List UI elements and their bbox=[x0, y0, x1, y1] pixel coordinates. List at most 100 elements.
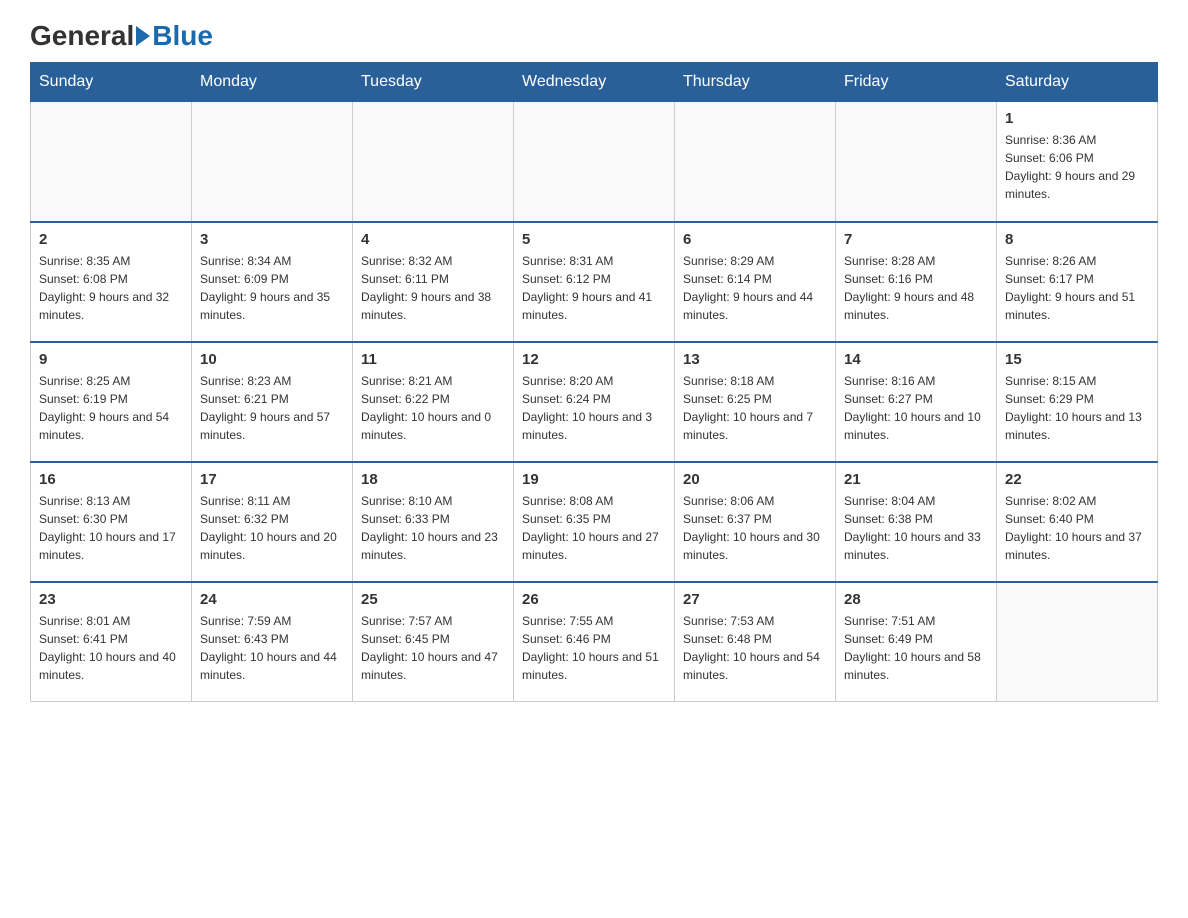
calendar-cell: 11 Sunrise: 8:21 AMSunset: 6:22 PMDayligh… bbox=[353, 342, 514, 462]
day-number: 25 bbox=[361, 591, 505, 608]
day-info: Sunrise: 8:23 AMSunset: 6:21 PMDaylight:… bbox=[200, 372, 344, 444]
day-number: 3 bbox=[200, 231, 344, 248]
day-info: Sunrise: 7:53 AMSunset: 6:48 PMDaylight:… bbox=[683, 612, 827, 684]
day-info: Sunrise: 8:13 AMSunset: 6:30 PMDaylight:… bbox=[39, 492, 183, 564]
day-info: Sunrise: 8:25 AMSunset: 6:19 PMDaylight:… bbox=[39, 372, 183, 444]
day-info: Sunrise: 8:02 AMSunset: 6:40 PMDaylight:… bbox=[1005, 492, 1149, 564]
day-info: Sunrise: 8:10 AMSunset: 6:33 PMDaylight:… bbox=[361, 492, 505, 564]
weekday-header-tuesday: Tuesday bbox=[353, 63, 514, 102]
calendar-cell: 20 Sunrise: 8:06 AMSunset: 6:37 PMDayligh… bbox=[675, 462, 836, 582]
day-info: Sunrise: 8:26 AMSunset: 6:17 PMDaylight:… bbox=[1005, 252, 1149, 324]
day-number: 26 bbox=[522, 591, 666, 608]
calendar-week-row: 23 Sunrise: 8:01 AMSunset: 6:41 PMDayligh… bbox=[31, 582, 1158, 702]
calendar-table: SundayMondayTuesdayWednesdayThursdayFrid… bbox=[30, 62, 1158, 702]
calendar-cell: 9 Sunrise: 8:25 AMSunset: 6:19 PMDaylight… bbox=[31, 342, 192, 462]
logo-blue-text: Blue bbox=[152, 20, 213, 52]
calendar-cell: 14 Sunrise: 8:16 AMSunset: 6:27 PMDayligh… bbox=[836, 342, 997, 462]
day-info: Sunrise: 7:55 AMSunset: 6:46 PMDaylight:… bbox=[522, 612, 666, 684]
calendar-cell: 24 Sunrise: 7:59 AMSunset: 6:43 PMDayligh… bbox=[192, 582, 353, 702]
day-info: Sunrise: 8:06 AMSunset: 6:37 PMDaylight:… bbox=[683, 492, 827, 564]
logo-general-text: General bbox=[30, 20, 134, 52]
day-info: Sunrise: 8:01 AMSunset: 6:41 PMDaylight:… bbox=[39, 612, 183, 684]
calendar-week-row: 9 Sunrise: 8:25 AMSunset: 6:19 PMDaylight… bbox=[31, 342, 1158, 462]
calendar-cell: 21 Sunrise: 8:04 AMSunset: 6:38 PMDayligh… bbox=[836, 462, 997, 582]
calendar-cell: 15 Sunrise: 8:15 AMSunset: 6:29 PMDayligh… bbox=[997, 342, 1158, 462]
calendar-cell: 19 Sunrise: 8:08 AMSunset: 6:35 PMDayligh… bbox=[514, 462, 675, 582]
day-number: 18 bbox=[361, 471, 505, 488]
day-number: 24 bbox=[200, 591, 344, 608]
day-number: 10 bbox=[200, 351, 344, 368]
day-number: 20 bbox=[683, 471, 827, 488]
weekday-header-thursday: Thursday bbox=[675, 63, 836, 102]
day-number: 15 bbox=[1005, 351, 1149, 368]
day-number: 5 bbox=[522, 231, 666, 248]
day-info: Sunrise: 8:18 AMSunset: 6:25 PMDaylight:… bbox=[683, 372, 827, 444]
calendar-cell bbox=[31, 102, 192, 222]
calendar-cell: 2Sunrise: 8:35 AMSunset: 6:08 PMDaylight… bbox=[31, 222, 192, 342]
day-number: 6 bbox=[683, 231, 827, 248]
calendar-cell: 5 Sunrise: 8:31 AMSunset: 6:12 PMDaylight… bbox=[514, 222, 675, 342]
day-number: 14 bbox=[844, 351, 988, 368]
calendar-cell: 1Sunrise: 8:36 AMSunset: 6:06 PMDaylight… bbox=[997, 102, 1158, 222]
calendar-week-row: 2Sunrise: 8:35 AMSunset: 6:08 PMDaylight… bbox=[31, 222, 1158, 342]
calendar-cell: 10 Sunrise: 8:23 AMSunset: 6:21 PMDayligh… bbox=[192, 342, 353, 462]
day-number: 23 bbox=[39, 591, 183, 608]
calendar-cell: 25 Sunrise: 7:57 AMSunset: 6:45 PMDayligh… bbox=[353, 582, 514, 702]
day-info: Sunrise: 8:16 AMSunset: 6:27 PMDaylight:… bbox=[844, 372, 988, 444]
day-info: Sunrise: 8:08 AMSunset: 6:35 PMDaylight:… bbox=[522, 492, 666, 564]
day-number: 13 bbox=[683, 351, 827, 368]
day-info: Sunrise: 8:34 AMSunset: 6:09 PMDaylight:… bbox=[200, 252, 344, 324]
day-number: 12 bbox=[522, 351, 666, 368]
day-info: Sunrise: 7:59 AMSunset: 6:43 PMDaylight:… bbox=[200, 612, 344, 684]
day-number: 27 bbox=[683, 591, 827, 608]
weekday-header-row: SundayMondayTuesdayWednesdayThursdayFrid… bbox=[31, 63, 1158, 102]
weekday-header-wednesday: Wednesday bbox=[514, 63, 675, 102]
day-info: Sunrise: 8:28 AMSunset: 6:16 PMDaylight:… bbox=[844, 252, 988, 324]
day-number: 17 bbox=[200, 471, 344, 488]
day-info: Sunrise: 8:35 AMSunset: 6:08 PMDaylight:… bbox=[39, 252, 183, 324]
calendar-cell: 4Sunrise: 8:32 AMSunset: 6:11 PMDaylight… bbox=[353, 222, 514, 342]
day-number: 22 bbox=[1005, 471, 1149, 488]
day-info: Sunrise: 8:04 AMSunset: 6:38 PMDaylight:… bbox=[844, 492, 988, 564]
day-number: 9 bbox=[39, 351, 183, 368]
day-number: 8 bbox=[1005, 231, 1149, 248]
calendar-cell: 27 Sunrise: 7:53 AMSunset: 6:48 PMDayligh… bbox=[675, 582, 836, 702]
calendar-cell: 7 Sunrise: 8:28 AMSunset: 6:16 PMDaylight… bbox=[836, 222, 997, 342]
day-info: Sunrise: 8:20 AMSunset: 6:24 PMDaylight:… bbox=[522, 372, 666, 444]
calendar-cell bbox=[997, 582, 1158, 702]
day-number: 21 bbox=[844, 471, 988, 488]
weekday-header-monday: Monday bbox=[192, 63, 353, 102]
page-header: General Blue bbox=[30, 20, 1158, 52]
weekday-header-saturday: Saturday bbox=[997, 63, 1158, 102]
day-number: 19 bbox=[522, 471, 666, 488]
day-number: 16 bbox=[39, 471, 183, 488]
calendar-week-row: 1Sunrise: 8:36 AMSunset: 6:06 PMDaylight… bbox=[31, 102, 1158, 222]
day-info: Sunrise: 8:29 AMSunset: 6:14 PMDaylight:… bbox=[683, 252, 827, 324]
calendar-cell bbox=[514, 102, 675, 222]
day-number: 7 bbox=[844, 231, 988, 248]
day-info: Sunrise: 8:11 AMSunset: 6:32 PMDaylight:… bbox=[200, 492, 344, 564]
calendar-week-row: 16 Sunrise: 8:13 AMSunset: 6:30 PMDayligh… bbox=[31, 462, 1158, 582]
day-info: Sunrise: 8:21 AMSunset: 6:22 PMDaylight:… bbox=[361, 372, 505, 444]
day-info: Sunrise: 8:32 AMSunset: 6:11 PMDaylight:… bbox=[361, 252, 505, 324]
logo-arrow-icon bbox=[136, 26, 150, 46]
calendar-cell: 23 Sunrise: 8:01 AMSunset: 6:41 PMDayligh… bbox=[31, 582, 192, 702]
calendar-cell: 6 Sunrise: 8:29 AMSunset: 6:14 PMDaylight… bbox=[675, 222, 836, 342]
weekday-header-sunday: Sunday bbox=[31, 63, 192, 102]
day-info: Sunrise: 8:15 AMSunset: 6:29 PMDaylight:… bbox=[1005, 372, 1149, 444]
day-info: Sunrise: 8:31 AMSunset: 6:12 PMDaylight:… bbox=[522, 252, 666, 324]
day-info: Sunrise: 8:36 AMSunset: 6:06 PMDaylight:… bbox=[1005, 131, 1149, 203]
calendar-cell: 28 Sunrise: 7:51 AMSunset: 6:49 PMDayligh… bbox=[836, 582, 997, 702]
calendar-cell: 8 Sunrise: 8:26 AMSunset: 6:17 PMDaylight… bbox=[997, 222, 1158, 342]
calendar-cell: 12 Sunrise: 8:20 AMSunset: 6:24 PMDayligh… bbox=[514, 342, 675, 462]
logo: General Blue bbox=[30, 20, 213, 52]
calendar-cell bbox=[675, 102, 836, 222]
weekday-header-friday: Friday bbox=[836, 63, 997, 102]
day-number: 11 bbox=[361, 351, 505, 368]
calendar-cell: 18 Sunrise: 8:10 AMSunset: 6:33 PMDayligh… bbox=[353, 462, 514, 582]
day-info: Sunrise: 7:51 AMSunset: 6:49 PMDaylight:… bbox=[844, 612, 988, 684]
day-number: 28 bbox=[844, 591, 988, 608]
calendar-cell: 22 Sunrise: 8:02 AMSunset: 6:40 PMDayligh… bbox=[997, 462, 1158, 582]
calendar-cell bbox=[192, 102, 353, 222]
day-info: Sunrise: 7:57 AMSunset: 6:45 PMDaylight:… bbox=[361, 612, 505, 684]
